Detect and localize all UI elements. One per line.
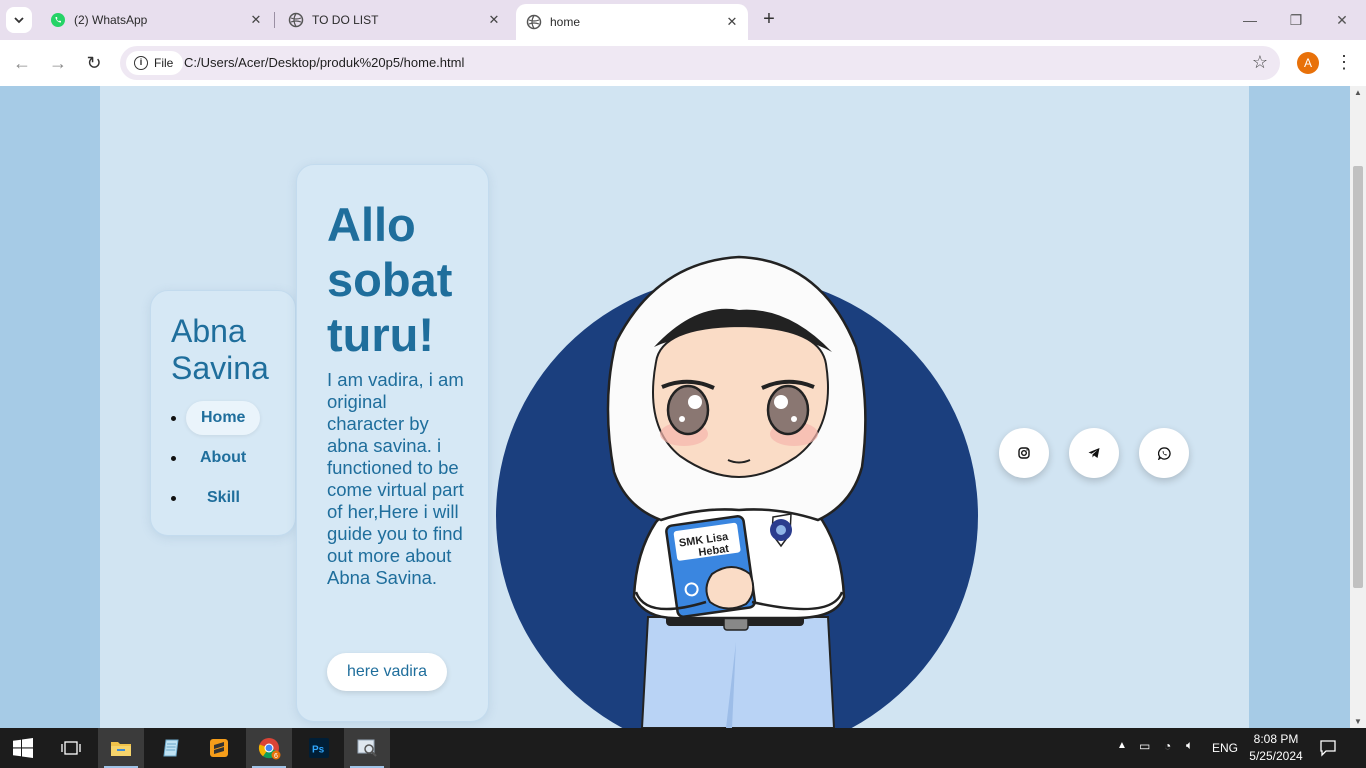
info-icon: i bbox=[134, 56, 148, 70]
hero-title: Allo sobat turu! bbox=[327, 198, 453, 361]
volume-icon[interactable]: 🔈︎ bbox=[1186, 738, 1193, 753]
sublime-text-icon[interactable] bbox=[196, 728, 242, 768]
notepad-icon[interactable] bbox=[148, 728, 194, 768]
svg-text:Ps: Ps bbox=[312, 745, 325, 756]
windows-taskbar: 6 Ps ▲ ▭ ◔ 🔈︎ ENG 8:08 PM 5/25/2024 bbox=[0, 728, 1366, 768]
restore-icon[interactable]: ❐ bbox=[1284, 8, 1308, 32]
profile-avatar[interactable]: A bbox=[1297, 52, 1319, 74]
site-info-chip[interactable]: i File bbox=[126, 51, 184, 75]
whatsapp-button[interactable] bbox=[1139, 428, 1189, 478]
tab-separator bbox=[274, 12, 275, 28]
scroll-down-arrow-icon[interactable]: ▼ bbox=[1350, 717, 1366, 726]
reload-icon[interactable]: ↻ bbox=[82, 51, 106, 75]
minimize-icon[interactable]: — bbox=[1238, 8, 1262, 32]
nav-link-skill[interactable]: Skill bbox=[192, 481, 255, 515]
chrome-icon[interactable]: 6 bbox=[246, 728, 292, 768]
nav-list: Home About Skill bbox=[171, 399, 291, 519]
scroll-up-arrow-icon[interactable]: ▲ bbox=[1350, 88, 1366, 97]
photoshop-icon[interactable]: Ps bbox=[296, 728, 342, 768]
nav-item-home: Home bbox=[171, 399, 291, 439]
tab-whatsapp[interactable]: (2) WhatsApp ✕ bbox=[40, 0, 272, 40]
globe-icon bbox=[288, 12, 304, 28]
close-tab-icon[interactable]: ✕ bbox=[724, 14, 740, 30]
here-vadira-button[interactable]: here vadira bbox=[327, 653, 447, 691]
globe-icon bbox=[526, 14, 542, 30]
bookmark-star-icon[interactable]: ☆ bbox=[1252, 52, 1268, 73]
snipping-tool-icon[interactable] bbox=[344, 728, 390, 768]
more-menu-icon[interactable]: ⋮ bbox=[1334, 51, 1354, 75]
nav-item-skill: Skill bbox=[171, 479, 291, 519]
hands bbox=[705, 566, 755, 610]
nav-link-about[interactable]: About bbox=[185, 441, 261, 475]
battery-icon[interactable]: ▭ bbox=[1139, 739, 1150, 753]
instagram-button[interactable] bbox=[999, 428, 1049, 478]
vertical-scrollbar[interactable]: ▲ ▼ bbox=[1350, 86, 1366, 728]
wifi-icon[interactable]: ◔ bbox=[1164, 739, 1171, 753]
nav-item-about: About bbox=[171, 439, 291, 479]
character-illustration: SMK Lisa Hebat bbox=[496, 255, 978, 728]
whatsapp-icon bbox=[1157, 446, 1171, 460]
new-tab-button[interactable]: + bbox=[758, 9, 780, 31]
clock[interactable]: 8:08 PM 5/25/2024 bbox=[1246, 731, 1306, 765]
url-text[interactable]: C:/Users/Acer/Desktop/produk%20p5/home.h… bbox=[184, 55, 464, 70]
scheme-label: File bbox=[154, 56, 174, 70]
page-container: Abna Savina Home About Skill Allo sobat … bbox=[100, 86, 1249, 728]
telegram-icon bbox=[1088, 448, 1100, 458]
scrollbar-thumb[interactable] bbox=[1353, 166, 1363, 588]
close-tab-icon[interactable]: ✕ bbox=[486, 12, 502, 28]
hero-description: I am vadira, i am original character by … bbox=[327, 369, 464, 588]
tab-todo-list[interactable]: TO DO LIST ✕ bbox=[278, 0, 510, 40]
forward-arrow-icon[interactable]: → bbox=[46, 51, 70, 75]
pants bbox=[640, 616, 836, 728]
tab-title: home bbox=[550, 15, 581, 29]
right-eye bbox=[766, 384, 810, 436]
file-explorer-icon[interactable] bbox=[98, 728, 144, 768]
chevron-down-icon bbox=[14, 17, 24, 24]
back-arrow-icon[interactable]: ← bbox=[10, 51, 34, 75]
task-view-icon[interactable] bbox=[48, 728, 94, 768]
address-bar[interactable]: i File C:/Users/Acer/Desktop/produk%20p5… bbox=[120, 46, 1280, 80]
show-hidden-icons-icon[interactable]: ▲ bbox=[1117, 740, 1127, 751]
hero-card: Allo sobat turu! I am vadira, i am origi… bbox=[296, 164, 489, 722]
tab-title: (2) WhatsApp bbox=[74, 13, 148, 27]
page-viewport: Abna Savina Home About Skill Allo sobat … bbox=[0, 86, 1350, 728]
close-tab-icon[interactable]: ✕ bbox=[248, 12, 264, 28]
nav-card: Abna Savina Home About Skill bbox=[150, 290, 296, 536]
telegram-button[interactable] bbox=[1069, 428, 1119, 478]
close-window-icon[interactable]: ✕ bbox=[1330, 8, 1354, 32]
browser-toolbar: ← → ↻ i File C:/Users/Acer/Desktop/produ… bbox=[0, 40, 1366, 86]
nav-link-home[interactable]: Home bbox=[186, 401, 261, 435]
browser-tab-strip: (2) WhatsApp ✕ TO DO LIST ✕ home ✕ + — ❐… bbox=[0, 0, 1366, 40]
instagram-icon bbox=[1018, 447, 1030, 459]
notifications-icon[interactable] bbox=[1306, 728, 1350, 768]
chrome-badge: 6 bbox=[274, 753, 278, 760]
clock-time: 8:08 PM bbox=[1253, 732, 1299, 746]
site-owner-name: Abna Savina bbox=[171, 313, 269, 386]
language-indicator[interactable]: ENG bbox=[1212, 741, 1238, 755]
windows-start-icon[interactable] bbox=[0, 728, 46, 768]
tab-home[interactable]: home ✕ bbox=[516, 4, 748, 40]
whatsapp-icon bbox=[50, 12, 66, 28]
tab-search-button[interactable] bbox=[6, 7, 32, 33]
clock-date: 5/25/2024 bbox=[1249, 749, 1303, 763]
tab-title: TO DO LIST bbox=[312, 13, 379, 27]
left-eye bbox=[666, 384, 710, 436]
